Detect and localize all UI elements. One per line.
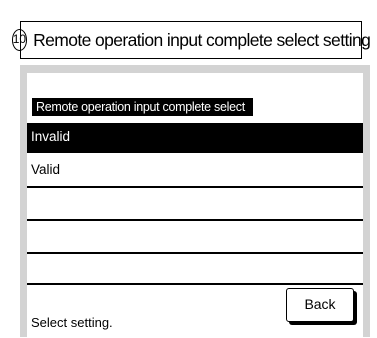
option-valid[interactable]: Valid — [27, 156, 363, 184]
screen-title: 10 Remote operation input complete selec… — [11, 21, 371, 59]
list-divider — [27, 151, 363, 153]
footer-divider — [27, 283, 363, 285]
option-invalid[interactable]: Invalid — [27, 123, 363, 151]
section-label: Remote operation input complete select — [32, 98, 253, 116]
list-divider — [27, 252, 363, 254]
step-number-badge: 10 — [11, 29, 28, 51]
status-text: Select setting. — [31, 315, 113, 330]
empty-option-row — [27, 220, 363, 248]
screen-title-text: Remote operation input complete select s… — [33, 29, 371, 50]
empty-option-row — [27, 187, 363, 215]
back-button[interactable]: Back — [286, 288, 354, 322]
display-screen: Remote operation input complete select I… — [27, 73, 363, 337]
